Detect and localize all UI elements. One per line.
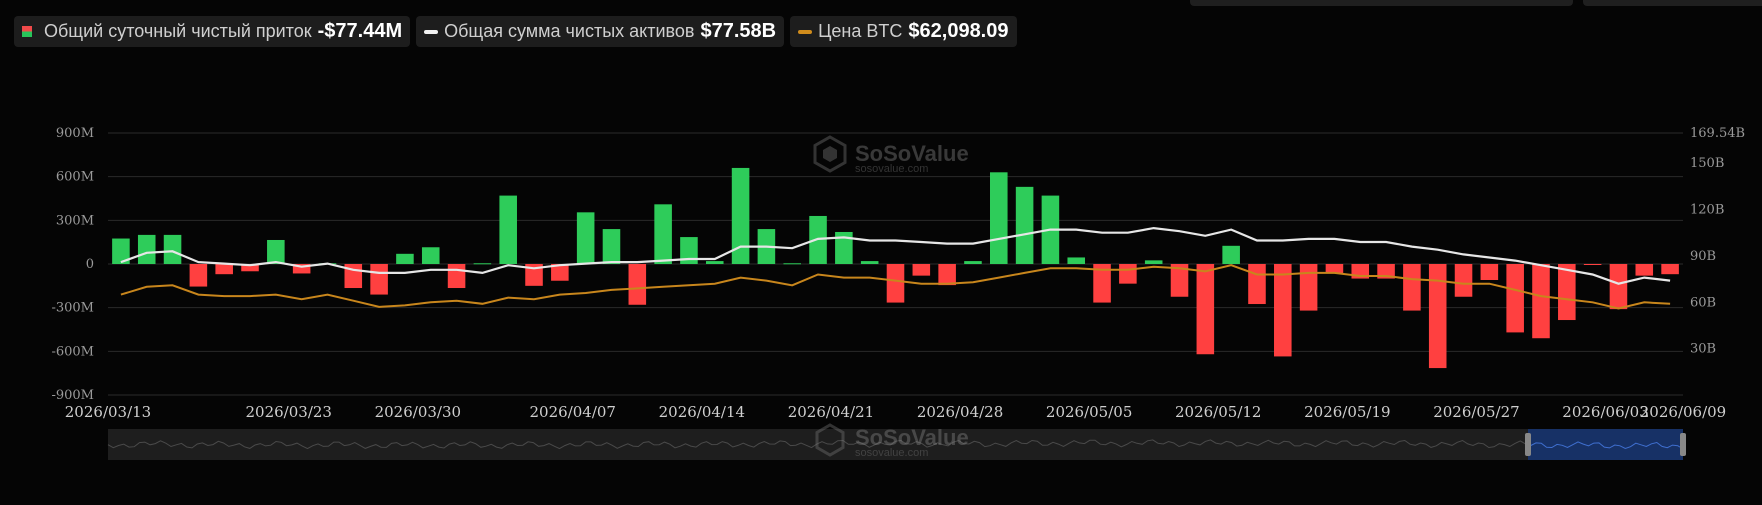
x-tick-label: 2026/05/27 xyxy=(1433,403,1519,421)
flow-bar[interactable] xyxy=(1454,264,1473,297)
x-axis-ticks: 2026/03/13 2026/03/23 2026/03/30 2026/04/07… xyxy=(65,403,1726,421)
right-tick-label: 169.54B xyxy=(1690,126,1745,141)
navigator-right-handle[interactable] xyxy=(1680,433,1686,456)
x-tick-label: 2026/04/28 xyxy=(917,403,1003,421)
flow-bar[interactable] xyxy=(1274,264,1292,357)
left-tick-label: -300M xyxy=(51,301,94,316)
right-axis-ticks: 169.54B 150B 120B 90B 60B 30B xyxy=(1690,126,1745,357)
flow-bar[interactable] xyxy=(1067,257,1086,264)
flow-bar[interactable] xyxy=(783,263,801,265)
left-tick-label: 900M xyxy=(56,126,94,141)
flow-bar[interactable] xyxy=(1506,264,1524,333)
flow-bar[interactable] xyxy=(1532,264,1550,339)
right-tick-label: 90B xyxy=(1690,249,1716,264)
x-tick-label: 2026/03/30 xyxy=(375,403,461,421)
flow-bar[interactable] xyxy=(1609,264,1628,310)
flow-bar[interactable] xyxy=(602,229,621,264)
flow-bar[interactable] xyxy=(990,172,1008,264)
flow-bar[interactable] xyxy=(576,212,595,264)
flow-bar[interactable] xyxy=(886,264,905,303)
flow-bar[interactable] xyxy=(654,204,672,264)
flow-bar[interactable] xyxy=(628,264,647,305)
right-tick-label: 150B xyxy=(1690,156,1724,171)
flow-bar[interactable] xyxy=(1558,264,1576,321)
flow-bar[interactable] xyxy=(1144,260,1163,264)
flow-bar[interactable] xyxy=(705,261,724,264)
flow-bar[interactable] xyxy=(189,264,208,287)
range-navigator[interactable]: SoSoValue sosovalue.com xyxy=(107,423,1686,460)
flow-bar[interactable] xyxy=(267,239,285,264)
left-tick-label: -900M xyxy=(51,388,94,403)
flow-bar[interactable] xyxy=(421,247,440,264)
x-tick-label: 2026/06/09 xyxy=(1640,403,1726,421)
flow-bar[interactable] xyxy=(1299,264,1318,311)
x-tick-label: 2026/04/07 xyxy=(530,403,616,421)
x-tick-label: 2026/03/23 xyxy=(246,403,332,421)
x-tick-label: 2026/05/12 xyxy=(1175,403,1261,421)
flow-bar[interactable] xyxy=(1583,264,1602,265)
x-tick-label: 2026/05/05 xyxy=(1046,403,1132,421)
flow-bar[interactable] xyxy=(447,264,466,289)
left-tick-label: -600M xyxy=(51,344,94,359)
left-tick-label: 300M xyxy=(56,213,94,228)
etf-flow-chart: SoSoValue sosovalue.com 900M 600M 300M 0 -30… xyxy=(51,126,1745,460)
flow-bar[interactable] xyxy=(1480,264,1499,281)
flow-bar[interactable] xyxy=(1403,264,1421,311)
flow-bar[interactable] xyxy=(1635,264,1654,276)
watermark-site: sosovalue.com xyxy=(855,163,928,175)
watermark-logo-icon xyxy=(813,135,847,173)
left-tick-label: 0 xyxy=(86,257,94,272)
flow-bar[interactable] xyxy=(396,253,414,264)
flow-bar[interactable] xyxy=(964,261,982,264)
navigator-left-handle[interactable] xyxy=(1525,433,1531,456)
x-tick-label: 2026/06/03 xyxy=(1562,403,1648,421)
flow-bar[interactable] xyxy=(1196,264,1215,355)
left-axis-ticks: 900M 600M 300M 0 -300M -600M -900M xyxy=(51,126,94,403)
watermark: SoSoValue sosovalue.com xyxy=(813,135,969,175)
right-tick-label: 30B xyxy=(1690,342,1716,357)
x-tick-label: 2026/05/19 xyxy=(1304,403,1390,421)
left-tick-label: 600M xyxy=(56,170,94,185)
flow-bar[interactable] xyxy=(938,264,956,286)
flow-bar[interactable] xyxy=(370,264,388,295)
right-tick-label: 120B xyxy=(1690,203,1724,218)
x-tick-label: 2026/04/21 xyxy=(788,403,874,421)
navigator-watermark-site: sosovalue.com xyxy=(855,447,928,459)
flow-bar[interactable] xyxy=(1222,245,1240,264)
flow-bar[interactable] xyxy=(1015,186,1034,264)
flow-bar[interactable] xyxy=(1661,264,1679,275)
flow-bar[interactable] xyxy=(473,263,492,265)
flow-bar[interactable] xyxy=(215,264,233,275)
flow-bar[interactable] xyxy=(1248,264,1266,305)
x-tick-label: 2026/04/14 xyxy=(659,403,745,421)
flow-bar[interactable] xyxy=(499,195,517,264)
flow-bar[interactable] xyxy=(912,264,931,276)
flow-bar[interactable] xyxy=(1119,264,1137,284)
flow-bar[interactable] xyxy=(137,234,156,264)
x-tick-label: 2026/03/13 xyxy=(65,403,151,421)
flow-bar[interactable] xyxy=(163,234,182,264)
right-tick-label: 60B xyxy=(1690,295,1716,310)
flow-bar[interactable] xyxy=(860,261,879,264)
